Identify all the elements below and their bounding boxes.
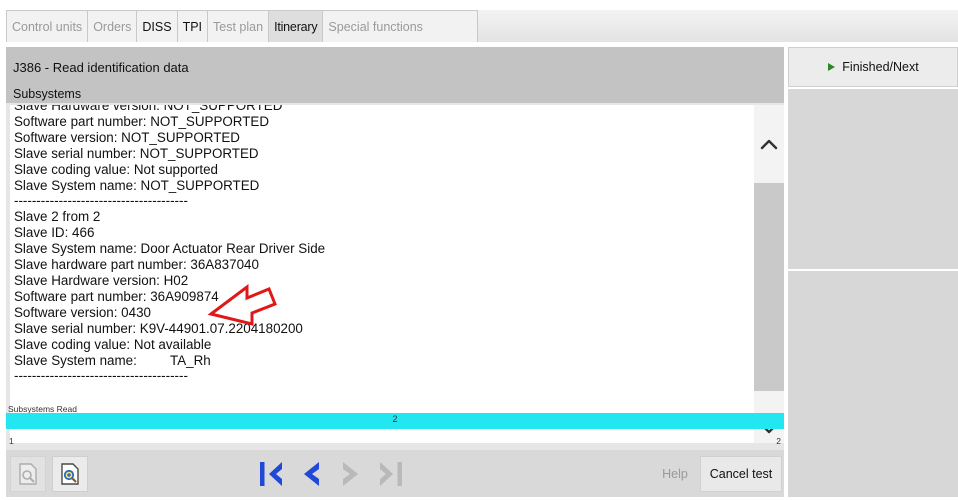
tab-special-functions[interactable]: Special functions (323, 11, 428, 42)
page-title: J386 - Read identification data (13, 60, 189, 75)
output-line: --------------------------------------- (14, 368, 188, 384)
annotation-arrow-icon (207, 284, 277, 326)
next-button[interactable] (332, 456, 370, 492)
finished-next-label: Finished/Next (842, 60, 919, 74)
tab-orders[interactable]: Orders (88, 11, 138, 42)
document-search-icon (19, 463, 37, 485)
tab-diss[interactable]: DISS (137, 11, 178, 42)
panel-header: J386 - Read identification data Subsyste… (6, 47, 784, 103)
document-zoom-icon (61, 463, 79, 485)
output-line: Slave coding value: Not available (14, 336, 212, 352)
chevron-right-icon (343, 462, 358, 486)
skip-last-icon (380, 462, 402, 486)
output-line: Slave ID: 466 (14, 225, 95, 241)
tab-test-plan[interactable]: Test plan (208, 11, 270, 42)
chevron-up-icon (760, 139, 778, 150)
progress-value: 2 (392, 414, 398, 424)
output-line: Slave coding value: Not supported (14, 161, 218, 177)
output-line: Software version: NOT_SUPPORTED (14, 129, 240, 145)
cancel-test-button[interactable]: Cancel test (700, 456, 782, 492)
output-line: Slave serial number: NOT_SUPPORTED (14, 145, 259, 161)
vertical-scrollbar[interactable] (754, 105, 784, 443)
identification-output: Slave Hardware version: NOT_SUPPORTED Sof… (10, 105, 754, 443)
section-subtitle: Subsystems (13, 87, 82, 101)
side-panel-area-bottom (788, 271, 958, 497)
previous-button[interactable] (292, 456, 330, 492)
output-line: --------------------------------------- (14, 193, 188, 209)
last-page-button[interactable] (372, 456, 410, 492)
side-panel-area-top (788, 89, 958, 269)
help-button[interactable]: Help (654, 456, 696, 492)
scroll-up-button[interactable] (754, 105, 784, 183)
tab-bar: Control units Orders DISS TPI Test plan … (6, 10, 478, 42)
tab-itinerary[interactable]: Itinerary (269, 11, 324, 42)
progress-scale-min: 1 (9, 436, 14, 446)
chevron-left-icon (304, 462, 319, 486)
tab-bar-filler (478, 10, 958, 42)
tab-control-units[interactable]: Control units (7, 11, 89, 42)
output-lines: Slave Hardware version: NOT_SUPPORTED Sof… (14, 105, 325, 384)
main-panel: J386 - Read identification data Subsyste… (6, 47, 784, 497)
bottom-toolbar: Help Cancel test (6, 450, 784, 497)
output-line: Slave System name: TA_Rh (14, 352, 211, 368)
progress-bar: 2 (6, 413, 784, 429)
zoom-document-button[interactable] (52, 456, 88, 492)
skip-first-icon (260, 462, 282, 486)
play-icon (828, 63, 836, 71)
output-line: Slave Hardware version: NOT_SUPPORTED (14, 105, 283, 113)
tab-tpi[interactable]: TPI (178, 11, 209, 42)
output-line: Slave System name: NOT_SUPPORTED (14, 177, 260, 193)
output-line: Slave System name: Door Actuator Rear Dr… (14, 241, 326, 257)
document-button[interactable] (10, 456, 46, 492)
progress-scale-max: 2 (776, 436, 781, 446)
first-page-button[interactable] (252, 456, 290, 492)
finished-next-button[interactable]: Finished/Next (788, 47, 958, 87)
output-line: Software part number: NOT_SUPPORTED (14, 113, 270, 129)
side-panel: Finished/Next (788, 47, 958, 497)
output-line: Slave hardware part number: 36A837040 (14, 257, 259, 273)
output-line: Slave 2 from 2 (14, 209, 101, 225)
